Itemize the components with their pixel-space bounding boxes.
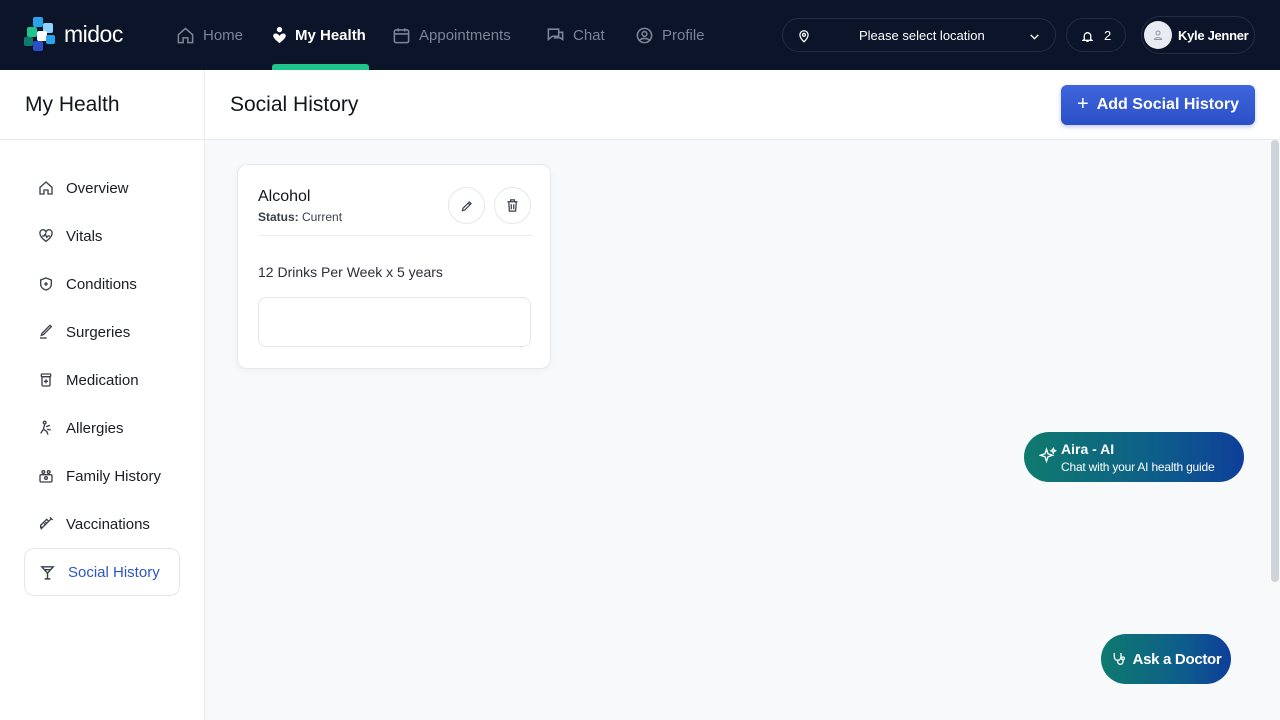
health-icon [273, 26, 286, 44]
card-divider [258, 235, 532, 236]
status-value: Current [302, 210, 343, 224]
sidebar-item-label: Family History [66, 467, 162, 485]
scrollbar[interactable] [1271, 140, 1279, 582]
allergy-icon [40, 420, 51, 435]
trash-icon [507, 199, 518, 212]
sidebar-item-vaccinations[interactable]: Vaccinations [24, 500, 180, 548]
sidebar-item-conditions[interactable]: Conditions [24, 260, 180, 308]
family-icon [39, 470, 53, 483]
logo-icon [24, 17, 55, 51]
add-button-label: Add Social History [1096, 96, 1239, 113]
social-history-card: Alcohol Status: Current 12 Drinks Per We… [237, 164, 551, 369]
sidebar-item-allergies[interactable]: Allergies [24, 404, 180, 452]
page-header: Social History + Add Social History [205, 70, 1280, 140]
home-icon [39, 181, 53, 195]
sidebar-item-social-history[interactable]: Social History [24, 548, 180, 596]
sidebar-item-label: Social History [68, 563, 160, 581]
profile-icon [636, 27, 653, 43]
sidebar-item-surgeries[interactable]: Surgeries [24, 308, 180, 356]
top-navbar: midoc Home My Health Appointments Chat P… [0, 0, 1280, 70]
sparkle-icon [1039, 447, 1057, 464]
shield-icon [40, 277, 52, 291]
cocktail-icon [40, 565, 55, 580]
sidebar-item-medication[interactable]: Medication [24, 356, 180, 404]
sidebar-item-label: Vaccinations [66, 515, 150, 533]
brand-name: midoc [64, 20, 123, 47]
scalpel-icon [40, 324, 53, 339]
logo[interactable]: midoc [24, 17, 123, 51]
user-menu[interactable]: Kyle Jenner [1141, 16, 1255, 54]
nav-profile[interactable]: Profile [635, 0, 705, 70]
aira-ai-chat-button[interactable]: Aira - AI Chat with your AI health guide [1024, 432, 1244, 482]
location-selector[interactable]: Please select location [782, 18, 1056, 52]
sidebar-title: My Health [0, 70, 204, 140]
avatar [1144, 21, 1172, 49]
sidebar-item-label: Overview [66, 179, 129, 197]
edit-button[interactable] [448, 187, 485, 224]
sidebar-item-label: Allergies [66, 419, 124, 437]
nav-label: Appointments [419, 26, 511, 44]
pencil-icon [461, 200, 472, 211]
syringe-icon [40, 516, 54, 530]
nav-label: Chat [573, 26, 605, 44]
nav-chat[interactable]: Chat [546, 0, 605, 70]
page-title: Social History [230, 93, 359, 116]
card-note-box [258, 297, 531, 347]
home-icon [177, 26, 194, 43]
ask-doctor-button[interactable]: Ask a Doctor [1101, 634, 1231, 684]
sidebar-item-vitals[interactable]: Vitals [24, 212, 180, 260]
nav-home[interactable]: Home [176, 0, 243, 70]
nav-appointments[interactable]: Appointments [392, 0, 511, 70]
nav-my-health[interactable]: My Health [272, 0, 366, 70]
aira-subtitle: Chat with your AI health guide [1061, 460, 1215, 474]
stethoscope-icon [1113, 653, 1125, 665]
add-social-history-button[interactable]: + Add Social History [1061, 85, 1255, 125]
sidebar-item-family-history[interactable]: Family History [24, 452, 180, 500]
card-title: Alcohol [258, 188, 311, 205]
status-label: Status: [258, 210, 299, 224]
location-pin-icon [799, 30, 809, 43]
user-name: Kyle Jenner [1178, 28, 1249, 43]
chat-icon [547, 27, 564, 41]
nav-label: My Health [295, 26, 366, 44]
sidebar: My Health Overview Vitals Conditions Sur… [0, 70, 205, 720]
location-placeholder: Please select location [859, 28, 985, 43]
ask-doctor-label: Ask a Doctor [1132, 650, 1222, 668]
aira-title: Aira - AI [1061, 441, 1115, 457]
calendar-icon [393, 27, 410, 43]
sidebar-item-label: Surgeries [66, 323, 131, 341]
user-icon [1153, 30, 1163, 40]
bell-icon [1081, 32, 1094, 43]
heart-pulse-icon [39, 229, 53, 243]
pill-bottle-icon [40, 373, 52, 387]
nav-label: Profile [662, 26, 705, 44]
nav-label: Home [203, 26, 244, 44]
card-status: Status: Current [258, 210, 342, 224]
sidebar-item-label: Vitals [66, 227, 103, 245]
chevron-down-icon [1030, 34, 1039, 40]
notification-count: 2 [1104, 28, 1112, 43]
notifications-button[interactable]: 2 [1066, 18, 1126, 52]
plus-icon: + [1077, 92, 1089, 115]
delete-button[interactable] [494, 187, 531, 224]
sidebar-item-label: Medication [66, 371, 139, 389]
sidebar-item-label: Conditions [66, 275, 137, 293]
card-description: 12 Drinks Per Week x 5 years [258, 264, 443, 280]
sidebar-item-overview[interactable]: Overview [24, 164, 180, 212]
